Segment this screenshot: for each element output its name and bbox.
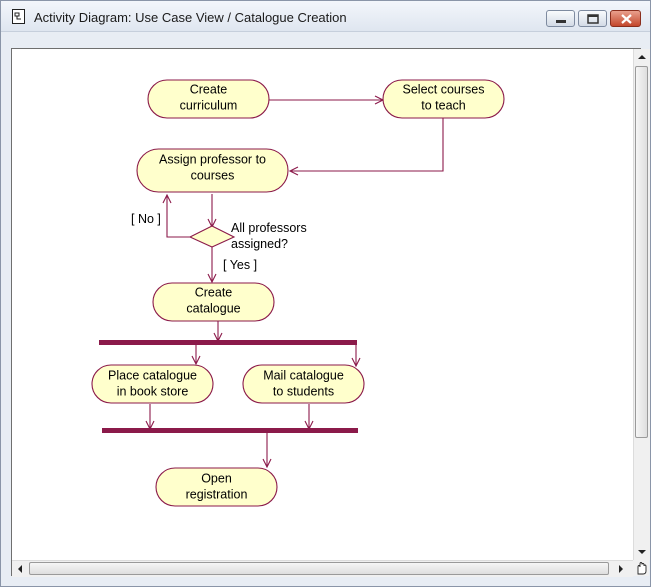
vertical-scrollbar[interactable] (633, 49, 650, 560)
activity-diagram: Create curriculum Select courses to teac… (91, 79, 505, 507)
diagram-document-icon (12, 9, 25, 24)
activity-place-catalogue[interactable]: Place catalogue in book store (91, 364, 214, 404)
activity-label: Assign professor to (159, 153, 266, 167)
scroll-down-arrow-icon[interactable] (634, 544, 650, 560)
maximize-button[interactable] (578, 10, 607, 27)
title-bar[interactable]: Activity Diagram: Use Case View / Catalo… (1, 1, 650, 32)
guard-no-label: [ No ] (131, 212, 161, 226)
activity-create-catalogue[interactable]: Create catalogue (152, 282, 275, 322)
activity-label: catalogue (186, 302, 240, 316)
decision-label: assigned? (231, 237, 288, 251)
diagram-window: Activity Diagram: Use Case View / Catalo… (0, 0, 651, 587)
activity-mail-catalogue[interactable]: Mail catalogue to students (242, 364, 365, 404)
activity-label: curriculum (180, 99, 238, 113)
scroll-left-arrow-icon[interactable] (12, 561, 28, 577)
activity-label: courses (191, 169, 235, 183)
activity-label: Mail catalogue (263, 369, 344, 383)
activity-label: to students (273, 385, 334, 399)
activity-create-curriculum[interactable]: Create curriculum (147, 79, 270, 119)
activity-label: Create (195, 286, 233, 300)
scroll-corner[interactable] (633, 560, 649, 576)
window-title: Activity Diagram: Use Case View / Catalo… (34, 10, 347, 25)
activity-label: registration (186, 488, 248, 502)
diagram-canvas[interactable]: Create curriculum Select courses to teac… (11, 48, 650, 577)
minimize-icon (556, 20, 566, 23)
close-button[interactable] (610, 10, 641, 27)
hand-grip-icon (637, 562, 647, 575)
activity-open-registration[interactable]: Open registration (155, 467, 278, 507)
horizontal-scrollbar[interactable] (12, 560, 633, 577)
activity-label: Create (190, 83, 228, 97)
activity-select-courses[interactable]: Select courses to teach (382, 79, 505, 119)
activity-assign-professor[interactable]: Assign professor to courses (136, 148, 289, 193)
activity-label: to teach (421, 99, 466, 113)
flow-select-to-assign (290, 118, 444, 171)
decision-all-professors-assigned[interactable]: All professors assigned? (188, 221, 307, 251)
decision-label: All professors (231, 221, 307, 235)
maximize-icon (587, 14, 599, 24)
scroll-right-arrow-icon[interactable] (613, 561, 629, 577)
minimize-button[interactable] (546, 10, 575, 27)
fork-bar[interactable] (99, 340, 357, 345)
join-bar[interactable] (102, 428, 358, 433)
activity-label: Open (201, 472, 232, 486)
vertical-scroll-thumb[interactable] (635, 66, 648, 438)
close-icon (621, 14, 632, 24)
scroll-up-arrow-icon[interactable] (634, 49, 650, 65)
activity-label: Place catalogue (108, 369, 197, 383)
horizontal-scroll-thumb[interactable] (29, 562, 609, 575)
flow-decision-no-loop (167, 195, 190, 238)
activity-label: in book store (117, 385, 189, 399)
guard-yes-label: [ Yes ] (223, 258, 257, 272)
activity-label: Select courses (403, 83, 485, 97)
